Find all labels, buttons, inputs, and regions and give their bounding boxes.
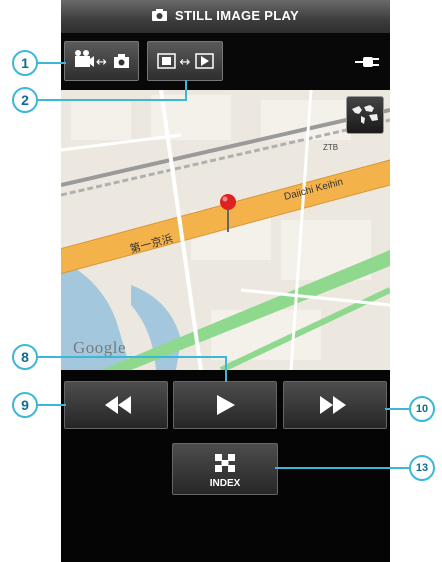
station-label: ZTB — [323, 143, 338, 152]
world-map-icon — [352, 105, 378, 124]
svg-text:↔: ↔ — [180, 55, 191, 70]
callout-leader-8a — [36, 356, 226, 358]
callout-2: 2 — [12, 87, 38, 113]
location-map[interactable]: 第一京浜 Daiichi Keihin ZTB Google — [61, 90, 390, 370]
callout-1: 1 — [12, 50, 38, 76]
callout-leader-10 — [385, 408, 411, 410]
index-button[interactable]: INDEX — [172, 443, 278, 495]
index-label: INDEX — [209, 478, 241, 489]
fast-forward-button[interactable] — [283, 381, 387, 429]
index-grid-icon — [215, 454, 235, 472]
slideshow-toggle-icon: ↔ — [157, 53, 214, 70]
callout-9: 9 — [12, 392, 38, 418]
play-button[interactable] — [173, 381, 277, 429]
video-still-toggle-icon: ↔ — [75, 50, 129, 70]
page-title: STILL IMAGE PLAY — [61, 8, 390, 24]
callout-leader-8b — [225, 356, 227, 382]
callout-leader-2b — [185, 80, 187, 101]
video-still-toggle-button[interactable]: ↔ — [64, 41, 139, 81]
world-map-button[interactable] — [346, 96, 384, 134]
callout-leader-9 — [36, 404, 66, 406]
callout-leader-1 — [36, 62, 66, 64]
camera-icon — [152, 9, 167, 24]
toolbar: ↔ ↔ — [61, 33, 390, 90]
map-attribution: Google — [73, 338, 127, 357]
map-tiles: 第一京浜 Daiichi Keihin ZTB — [61, 90, 390, 370]
rewind-button[interactable] — [64, 381, 168, 429]
rewind-icon — [105, 396, 131, 414]
callout-10: 10 — [409, 396, 435, 422]
device-screen: STILL IMAGE PLAY ↔ ↔ 第一京浜 Daiichi Keihin… — [61, 0, 390, 562]
fast-forward-icon — [320, 396, 346, 414]
play-icon — [217, 395, 235, 415]
callout-leader-13 — [275, 467, 411, 469]
svg-text:↔: ↔ — [96, 55, 107, 70]
power-plug-icon — [355, 55, 381, 73]
title-text: STILL IMAGE PLAY — [175, 8, 299, 23]
callout-leader-2a — [36, 99, 186, 101]
callout-13: 13 — [409, 455, 435, 481]
title-bar: STILL IMAGE PLAY — [61, 0, 390, 34]
callout-8: 8 — [12, 344, 38, 370]
slideshow-toggle-button[interactable]: ↔ — [147, 41, 223, 81]
